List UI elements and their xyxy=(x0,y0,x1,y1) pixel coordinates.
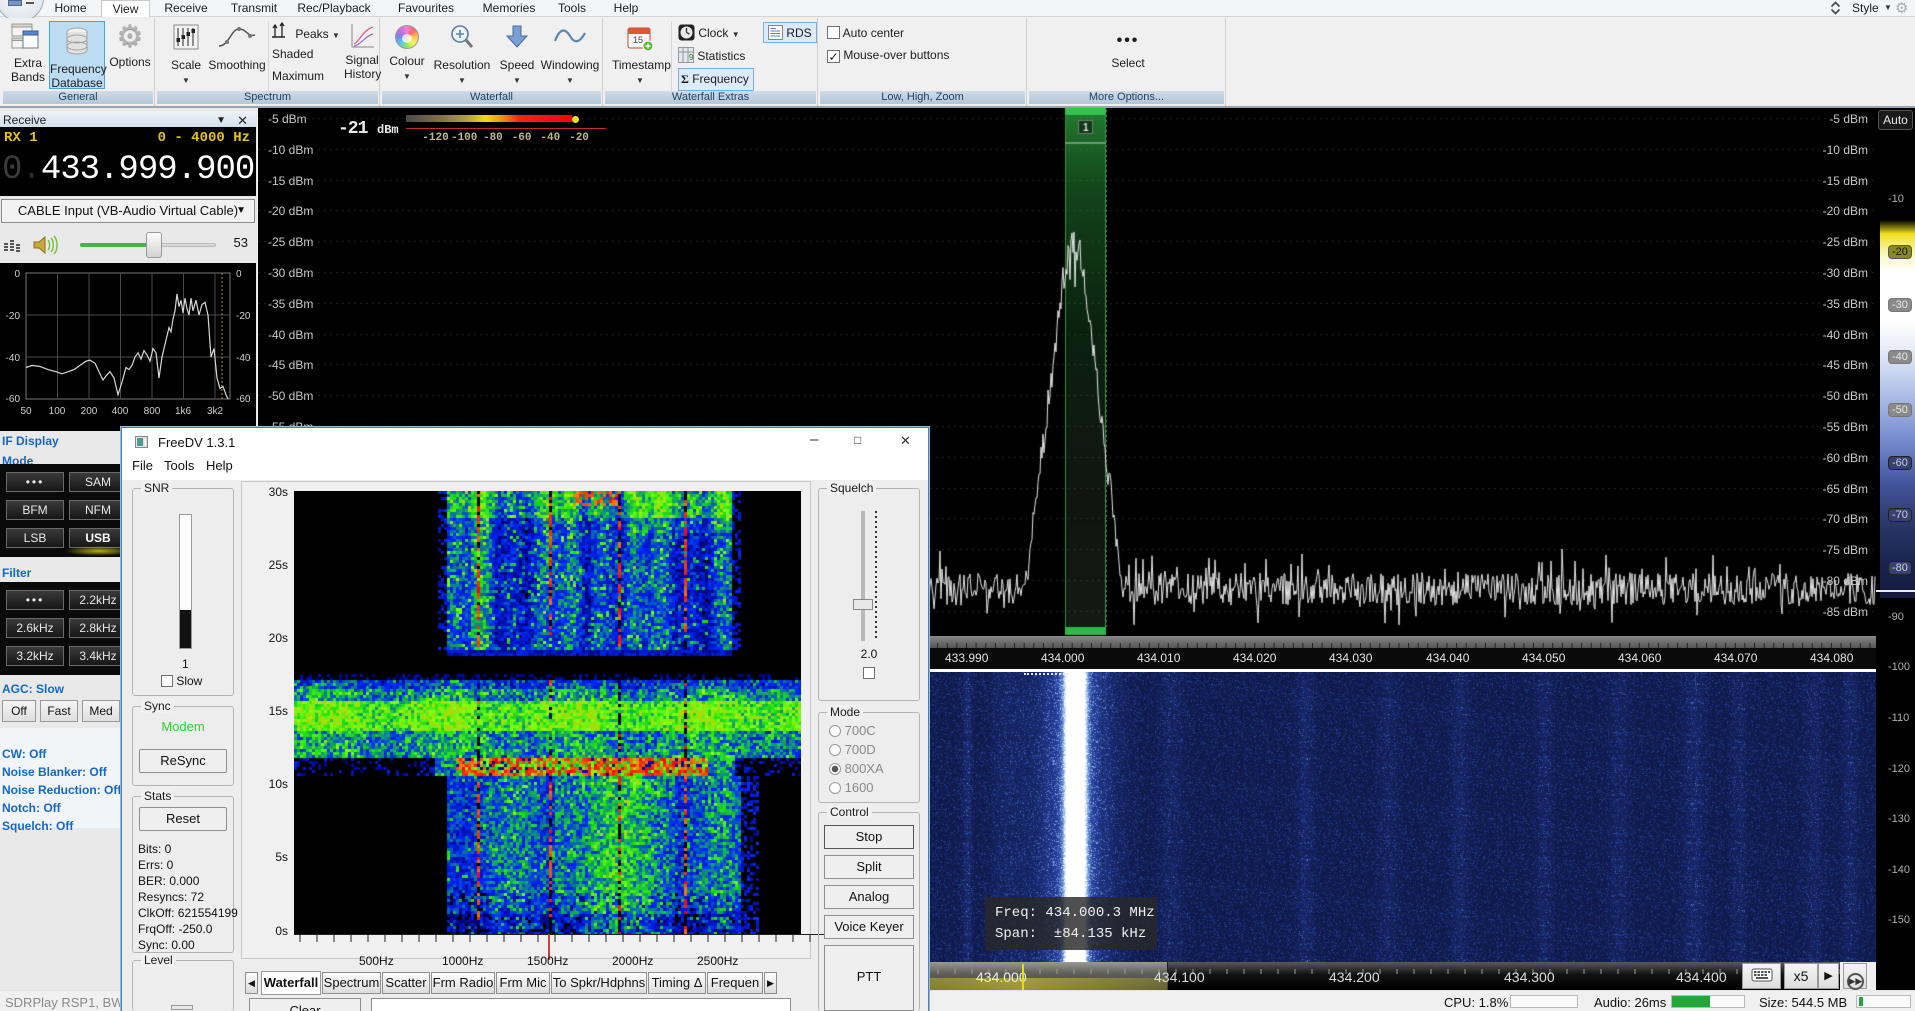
svg-text:0: 0 xyxy=(14,269,20,280)
svg-text:100: 100 xyxy=(49,406,66,417)
svg-text:-20: -20 xyxy=(6,311,21,322)
svg-text:400: 400 xyxy=(112,406,129,417)
svg-text:800: 800 xyxy=(144,406,161,417)
svg-text:-20: -20 xyxy=(236,311,251,322)
svg-text:3k2: 3k2 xyxy=(207,406,224,417)
svg-text:-40: -40 xyxy=(6,353,21,364)
svg-text:0: 0 xyxy=(236,269,242,280)
svg-text:15: 15 xyxy=(633,35,643,45)
svg-text:-60: -60 xyxy=(6,394,21,405)
svg-text:50: 50 xyxy=(20,406,32,417)
svg-text:1k6: 1k6 xyxy=(175,406,192,417)
svg-text:-40: -40 xyxy=(236,353,251,364)
svg-text:9: 9 xyxy=(689,53,694,62)
svg-text:-60: -60 xyxy=(236,394,251,405)
svg-text:200: 200 xyxy=(81,406,98,417)
